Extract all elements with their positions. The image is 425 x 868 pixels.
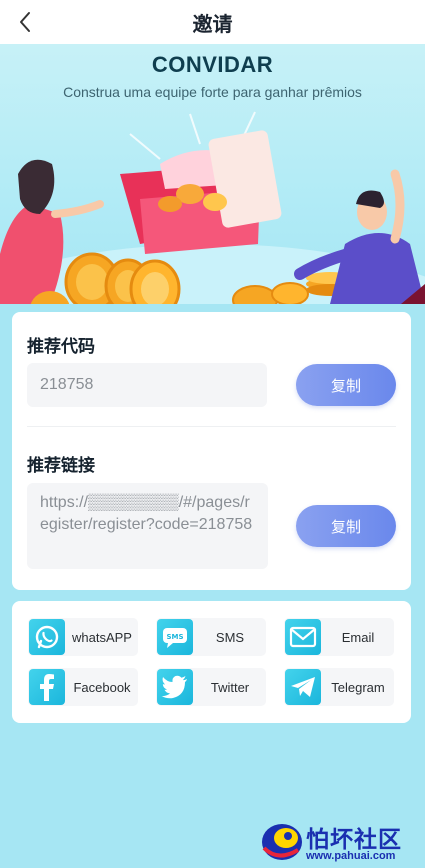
referral-link-field[interactable]: https://▒▒▒▒▒▒▒▒/#/pages/register/regist… [27, 483, 268, 569]
share-label: SMS [215, 629, 245, 645]
copy-link-button[interactable]: 复制 [296, 505, 396, 547]
referral-link-label: 推荐链接 [27, 456, 95, 476]
email-icon [285, 619, 321, 655]
share-whatsapp-button[interactable]: whatsAPP [28, 618, 138, 656]
share-label: Facebook [73, 679, 131, 695]
share-label: Telegram [331, 679, 385, 695]
copy-code-button[interactable]: 复制 [296, 364, 396, 406]
facebook-icon [29, 669, 65, 705]
svg-text:SMS: SMS [166, 633, 183, 641]
hero-subtitle: Construa uma equipe forte para ganhar pr… [63, 84, 362, 100]
referral-card: 推荐代码 218758 复制 推荐链接 https://▒▒▒▒▒▒▒▒/#/p… [12, 312, 411, 590]
watermark-logo: 怕坏社区 www.pahuai.com [258, 818, 418, 864]
watermark-url: www.pahuai.com [306, 850, 396, 862]
page-title: 邀请 [192, 11, 233, 36]
share-twitter-button[interactable]: Twitter [156, 668, 266, 706]
share-telegram-button[interactable]: Telegram [284, 668, 394, 706]
share-label: Twitter [210, 679, 250, 695]
watermark-name: 怕坏社区 [306, 827, 402, 853]
back-button[interactable] [14, 10, 36, 34]
whatsapp-icon [29, 619, 65, 655]
share-label: Email [341, 629, 375, 645]
share-card: whatsAPP SMS SMS Email Facebook Twitter … [12, 601, 411, 723]
chevron-left-icon [20, 12, 30, 32]
hero-title: CONVIDAR [151, 52, 274, 77]
top-bar: 邀请 [0, 0, 425, 44]
twitter-icon [157, 669, 193, 705]
telegram-icon [285, 669, 321, 705]
share-facebook-button[interactable]: Facebook [28, 668, 138, 706]
hero-illustration [0, 111, 425, 304]
sms-icon: SMS [157, 619, 193, 655]
hero-banner: CONVIDAR Construa uma equipe forte para … [0, 44, 425, 304]
share-email-button[interactable]: Email [284, 618, 394, 656]
referral-code-label: 推荐代码 [27, 337, 95, 357]
referral-code-field[interactable]: 218758 [27, 363, 267, 407]
share-label: whatsAPP [72, 629, 132, 645]
share-sms-button[interactable]: SMS SMS [156, 618, 266, 656]
divider [27, 426, 396, 427]
pahuai-logo-icon [262, 824, 302, 860]
